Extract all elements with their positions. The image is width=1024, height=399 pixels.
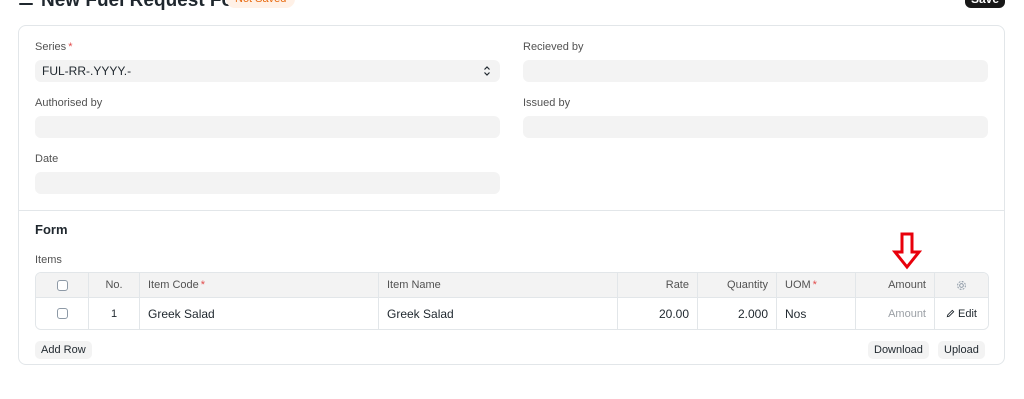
date-field[interactable] [35, 172, 500, 194]
received-by-field[interactable] [523, 60, 988, 82]
column-header-no: No. [89, 273, 140, 297]
authorised-by-label: Authorised by [35, 97, 103, 109]
edit-label: Edit [958, 307, 977, 320]
row-checkbox[interactable] [56, 308, 68, 319]
column-settings-cell [935, 273, 988, 297]
hamburger-menu-icon[interactable] [19, 0, 33, 6]
page-header: New Fuel Request Form Not Saved Save [0, 0, 1024, 18]
download-button[interactable]: Download [868, 341, 929, 359]
issued-by-label: Issued by [523, 97, 571, 109]
issued-by-field[interactable] [523, 116, 988, 138]
items-label: Items [35, 254, 62, 266]
rate-cell[interactable]: 20.00 [618, 298, 698, 329]
row-number: 1 [89, 298, 140, 329]
status-badge: Not Saved [226, 0, 296, 8]
column-header-item-code: Item Code * [140, 273, 379, 297]
pencil-icon [946, 309, 955, 318]
received-by-label: Recieved by [523, 41, 584, 53]
column-header-amount: Amount [856, 273, 935, 297]
save-button[interactable]: Save [965, 0, 1005, 8]
uom-cell[interactable]: Nos [777, 298, 856, 329]
row-select-cell [36, 298, 89, 329]
series-label: Series * [35, 41, 73, 53]
column-header-rate: Rate [618, 273, 698, 297]
settings-gear-icon[interactable] [956, 280, 967, 291]
select-chevrons-icon [484, 66, 490, 76]
quantity-cell[interactable]: 2.000 [698, 298, 777, 329]
date-label: Date [35, 153, 59, 165]
column-header-uom: UOM * [777, 273, 856, 297]
section-title: Form [35, 222, 68, 237]
edit-row-button[interactable]: Edit [946, 308, 977, 320]
upload-button[interactable]: Upload [938, 341, 985, 359]
select-all-cell [36, 273, 89, 297]
column-header-item-name: Item Name [379, 273, 618, 297]
edit-row-cell: Edit [935, 298, 988, 329]
column-header-quantity: Quantity [698, 273, 777, 297]
authorised-by-field[interactable] [35, 116, 500, 138]
item-name-cell[interactable]: Greek Salad [379, 298, 618, 329]
page-title: New Fuel Request Form [41, 0, 258, 11]
amount-cell[interactable]: Amount [856, 298, 935, 329]
add-row-button[interactable]: Add Row [35, 341, 92, 359]
form-card: Series * FUL-RR-.YYYY.- Recieved by Autho… [18, 25, 1005, 365]
items-table: No. Item Code * Item Name Rate Quantity U… [35, 272, 989, 330]
series-select[interactable]: FUL-RR-.YYYY.- [35, 60, 500, 82]
select-all-checkbox[interactable] [56, 279, 68, 291]
down-arrow-outline-icon [892, 232, 922, 270]
table-header: No. Item Code * Item Name Rate Quantity U… [36, 273, 988, 298]
section-divider [19, 210, 1004, 211]
item-code-cell[interactable]: Greek Salad [140, 298, 379, 329]
table-row[interactable]: 1 Greek Salad Greek Salad 20.00 2.000 No… [36, 298, 988, 329]
